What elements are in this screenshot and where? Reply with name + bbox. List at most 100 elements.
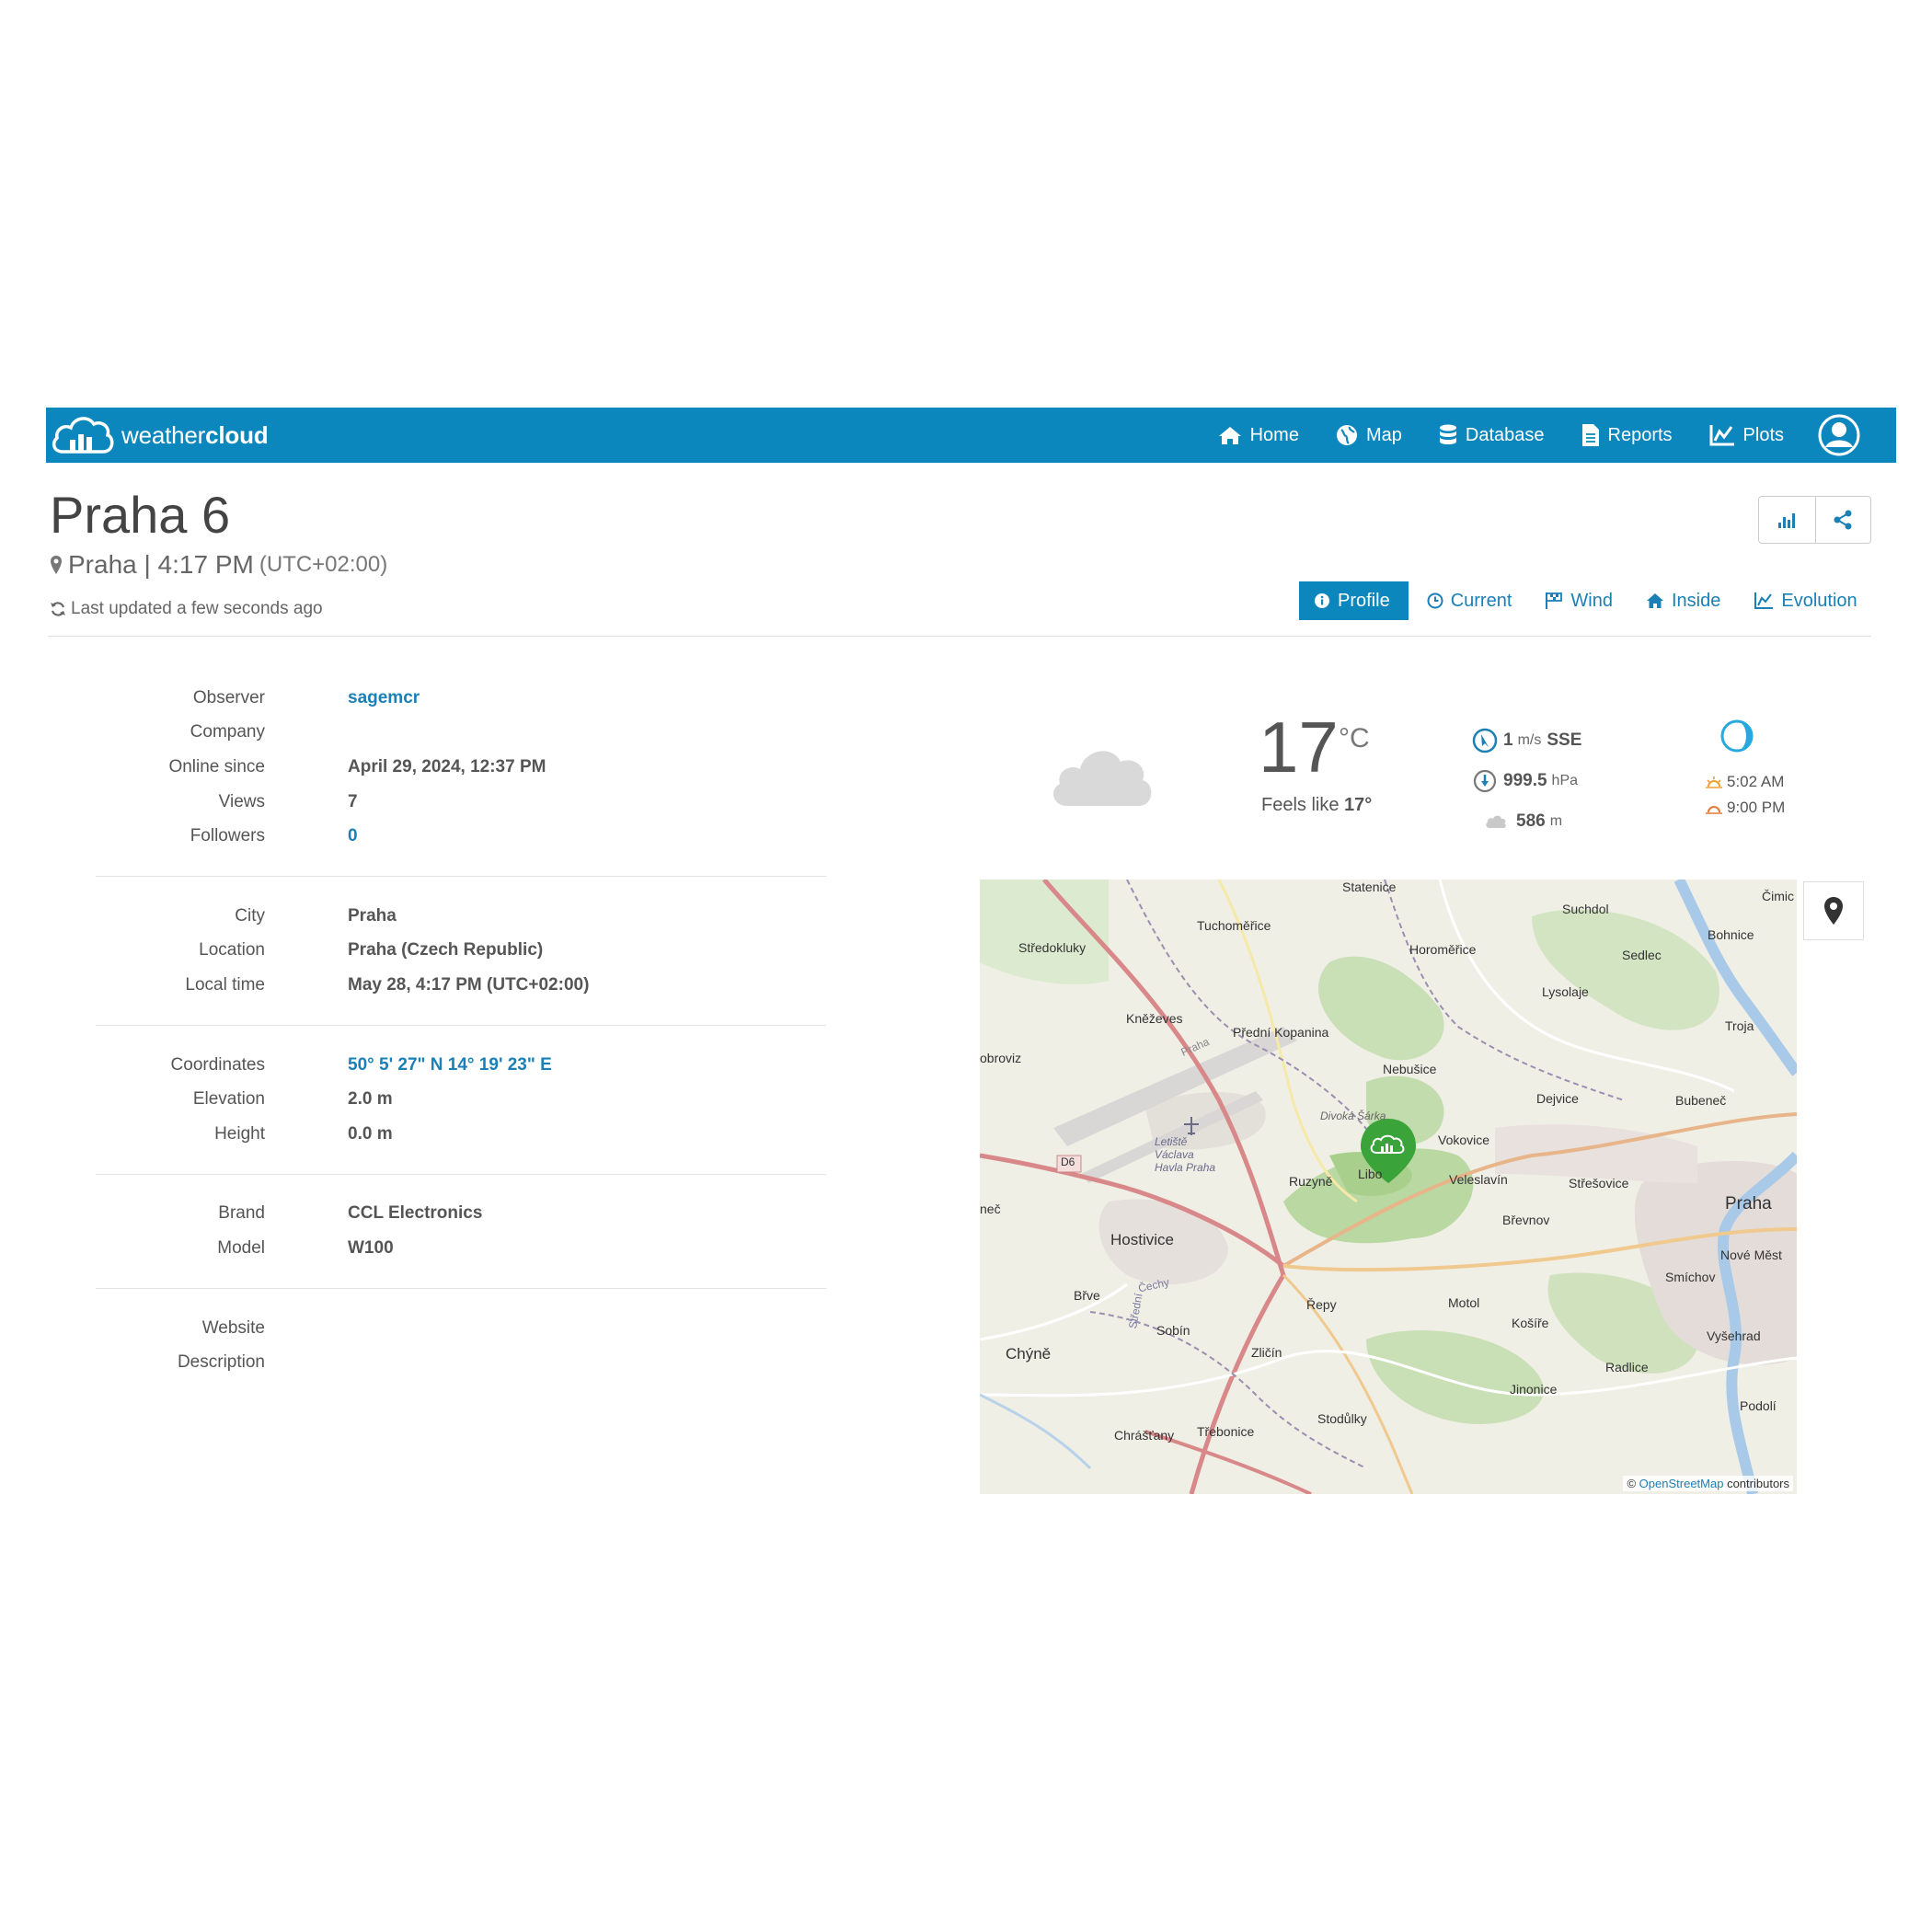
nav-map[interactable]: Map bbox=[1336, 424, 1402, 446]
height-label: Height bbox=[214, 1123, 265, 1144]
map-label-ruzyne: Ruzyně bbox=[1289, 1174, 1333, 1189]
model-value: W100 bbox=[348, 1237, 394, 1258]
map-label-obroviz: obroviz bbox=[980, 1051, 1022, 1065]
info-row-location: Location Praha (Czech Republic) bbox=[96, 934, 826, 969]
database-icon bbox=[1439, 424, 1456, 444]
temperature-value: 17 bbox=[1259, 707, 1339, 788]
wind-stat: 1 m/s SSE bbox=[1472, 720, 1581, 761]
nav-home[interactable]: Home bbox=[1218, 425, 1299, 446]
coordinates-label: Coordinates bbox=[170, 1054, 265, 1075]
clock-icon bbox=[1427, 592, 1443, 609]
header-divider bbox=[48, 636, 1871, 637]
tab-profile[interactable]: Profile bbox=[1299, 581, 1409, 620]
map-tiles bbox=[980, 880, 1797, 1494]
tab-current-label: Current bbox=[1450, 590, 1512, 611]
station-map[interactable]: Statenice Suchdol Čimic Tuchoměřice Stře… bbox=[980, 880, 1797, 1494]
model-label: Model bbox=[217, 1237, 265, 1258]
barometer-icon bbox=[1473, 769, 1497, 793]
city-label: City bbox=[235, 905, 265, 926]
elevation-label: Elevation bbox=[192, 1089, 265, 1110]
local-time-label: Local time bbox=[185, 974, 265, 995]
coordinates-link[interactable]: 50° 5' 27" N 14° 19' 23" E bbox=[348, 1055, 552, 1075]
nav-reports[interactable]: Reports bbox=[1581, 423, 1673, 447]
openstreetmap-link[interactable]: OpenStreetMap bbox=[1639, 1477, 1724, 1490]
line-chart-icon bbox=[1754, 592, 1774, 609]
tab-wind[interactable]: Wind bbox=[1545, 581, 1613, 620]
map-label-sobin: Sobín bbox=[1156, 1323, 1190, 1338]
sun-moon-info: 5:02 AM 9:00 PM bbox=[1705, 718, 1785, 821]
local-time-value: May 28, 4:17 PM (UTC+02:00) bbox=[348, 974, 590, 995]
info-row-local-time: Local time May 28, 4:17 PM (UTC+02:00) bbox=[96, 968, 826, 1003]
sunrise-icon bbox=[1706, 776, 1722, 788]
info-row-views: Views 7 bbox=[96, 785, 826, 820]
home-icon bbox=[1218, 427, 1241, 444]
map-label-stredokluky: Středokluky bbox=[1018, 940, 1087, 955]
map-label-chrastany: Chrášťany bbox=[1114, 1428, 1175, 1443]
user-menu-button[interactable] bbox=[1817, 414, 1861, 456]
globe-icon bbox=[1336, 425, 1357, 445]
map-label-vokovice: Vokovice bbox=[1438, 1133, 1490, 1147]
company-label: Company bbox=[190, 722, 265, 742]
station-timezone: (UTC+02:00) bbox=[259, 552, 388, 577]
nav-plots-label: Plots bbox=[1742, 424, 1784, 445]
location-value: Praha (Czech Republic) bbox=[348, 940, 544, 960]
temperature-unit: °C bbox=[1339, 723, 1370, 753]
map-label-veleslavin: Veleslavín bbox=[1449, 1172, 1508, 1187]
map-label-trebonice: Třebonice bbox=[1197, 1424, 1255, 1439]
map-label-praha: Praha bbox=[1725, 1194, 1772, 1213]
nav-reports-label: Reports bbox=[1607, 424, 1673, 445]
map-label-brve: Břve bbox=[1074, 1288, 1100, 1303]
observer-link[interactable]: sagemcr bbox=[348, 688, 420, 708]
cloud-base-unit: m bbox=[1549, 813, 1563, 829]
stats-button[interactable] bbox=[1759, 497, 1815, 543]
info-row-online-since: Online since April 29, 2024, 12:37 PM bbox=[96, 750, 826, 785]
share-button[interactable] bbox=[1814, 497, 1871, 543]
map-label-bohnice: Bohnice bbox=[1708, 927, 1754, 942]
map-label-statenice: Statenice bbox=[1342, 880, 1397, 894]
info-row-observer: Observer sagemcr bbox=[96, 681, 826, 716]
city-value: Praha bbox=[348, 905, 397, 926]
cloud-base-icon bbox=[1486, 815, 1506, 828]
map-label-dejvice: Dejvice bbox=[1536, 1091, 1579, 1106]
map-label-motol: Motol bbox=[1448, 1295, 1480, 1310]
info-row-brand: Brand CCL Electronics bbox=[96, 1197, 826, 1232]
wind-direction: SSE bbox=[1547, 730, 1582, 750]
refresh-icon bbox=[51, 602, 65, 616]
nav-map-label: Map bbox=[1365, 424, 1402, 445]
brand-logo[interactable]: weathercloud bbox=[50, 408, 269, 463]
location-label: Location bbox=[199, 940, 265, 960]
info-group-about: Website Description bbox=[96, 1311, 826, 1402]
info-row-company: Company bbox=[96, 716, 826, 751]
nav-plots[interactable]: Plots bbox=[1709, 424, 1784, 446]
map-label-chyne: Chýně bbox=[1006, 1345, 1052, 1363]
info-row-description: Description bbox=[96, 1345, 826, 1380]
wind-direction-icon bbox=[1472, 728, 1498, 753]
feels-like-value: 17° bbox=[1344, 795, 1373, 815]
map-locate-button[interactable] bbox=[1803, 881, 1864, 940]
online-since-value: April 29, 2024, 12:37 PM bbox=[348, 756, 546, 776]
station-profile-info: Observer sagemcr Company Online since Ap… bbox=[96, 681, 826, 1424]
flag-icon bbox=[1546, 592, 1563, 609]
info-row-coordinates: Coordinates 50° 5' 27" N 14° 19' 23" E bbox=[96, 1048, 826, 1083]
description-label: Description bbox=[177, 1352, 265, 1373]
tab-current[interactable]: Current bbox=[1427, 581, 1512, 620]
share-icon bbox=[1834, 510, 1852, 530]
cloud-base-stat: 586 m bbox=[1472, 801, 1581, 842]
brand-label: Brand bbox=[218, 1203, 265, 1224]
tab-inside[interactable]: Inside bbox=[1646, 581, 1720, 620]
tab-evolution[interactable]: Evolution bbox=[1754, 581, 1857, 620]
map-label-libo: Libo bbox=[1358, 1167, 1383, 1181]
nav-home-label: Home bbox=[1249, 424, 1299, 445]
nav-database[interactable]: Database bbox=[1439, 424, 1545, 446]
map-label-troja: Troja bbox=[1725, 1018, 1754, 1033]
info-row-height: Height 0.0 m bbox=[96, 1117, 826, 1152]
followers-link[interactable]: 0 bbox=[348, 826, 358, 846]
map-label-vysehrad: Vyšehrad bbox=[1707, 1328, 1761, 1343]
tab-inside-label: Inside bbox=[1671, 590, 1721, 611]
top-navbar: weathercloud Home Map Database Reports P… bbox=[46, 408, 1896, 463]
nav-database-label: Database bbox=[1465, 424, 1545, 445]
map-label-bubenec: Bubeneč bbox=[1675, 1093, 1727, 1108]
info-group-device: Brand CCL Electronics Model W100 bbox=[96, 1197, 826, 1289]
map-label-nec: neč bbox=[980, 1202, 1001, 1216]
attribution-prefix: © bbox=[1627, 1477, 1637, 1490]
